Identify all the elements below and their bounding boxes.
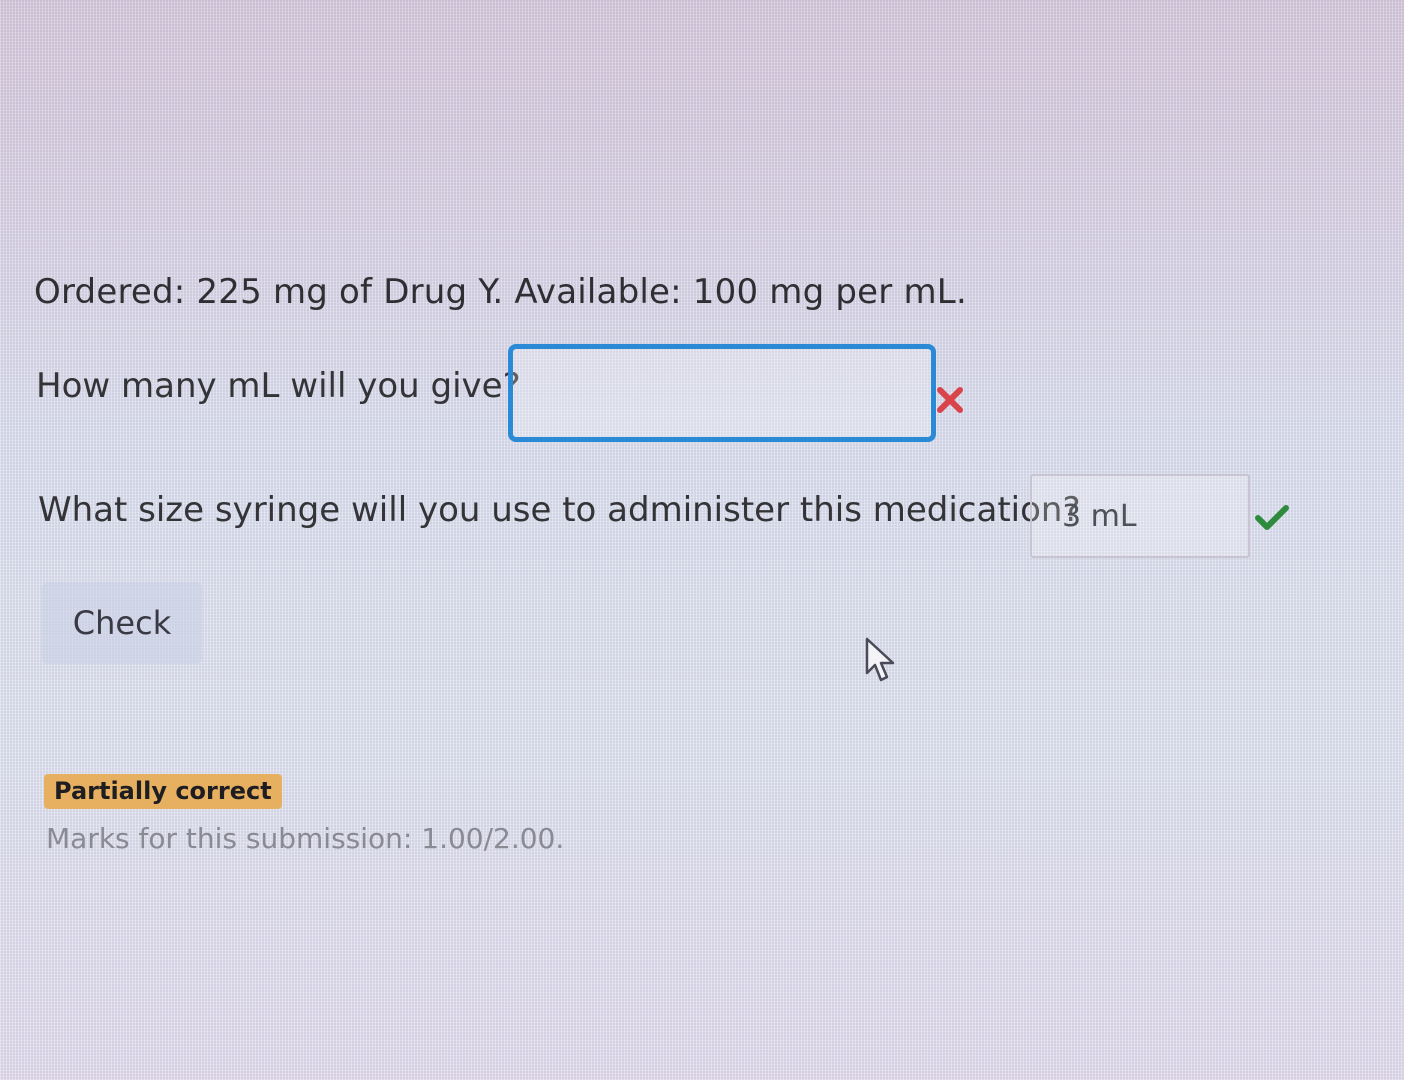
status-badge: Partially correct bbox=[44, 774, 282, 809]
prompt-syringe-size: What size syringe will you use to admini… bbox=[38, 490, 1081, 530]
question-text: Ordered: 225 mg of Drug Y. Available: 10… bbox=[34, 272, 967, 312]
correct-checkmark-icon bbox=[1255, 505, 1289, 530]
answer-syringe-input[interactable] bbox=[1030, 474, 1250, 558]
prompt-ml-to-give: How many mL will you give? bbox=[36, 366, 521, 406]
answer-ml-input[interactable] bbox=[508, 344, 936, 442]
question-container: Ordered: 225 mg of Drug Y. Available: 10… bbox=[0, 0, 1404, 1080]
marks-summary: Marks for this submission: 1.00/2.00. bbox=[46, 822, 565, 855]
mouse-cursor-icon bbox=[865, 637, 895, 682]
check-button[interactable]: Check bbox=[42, 582, 202, 664]
incorrect-cross-icon bbox=[937, 387, 963, 413]
